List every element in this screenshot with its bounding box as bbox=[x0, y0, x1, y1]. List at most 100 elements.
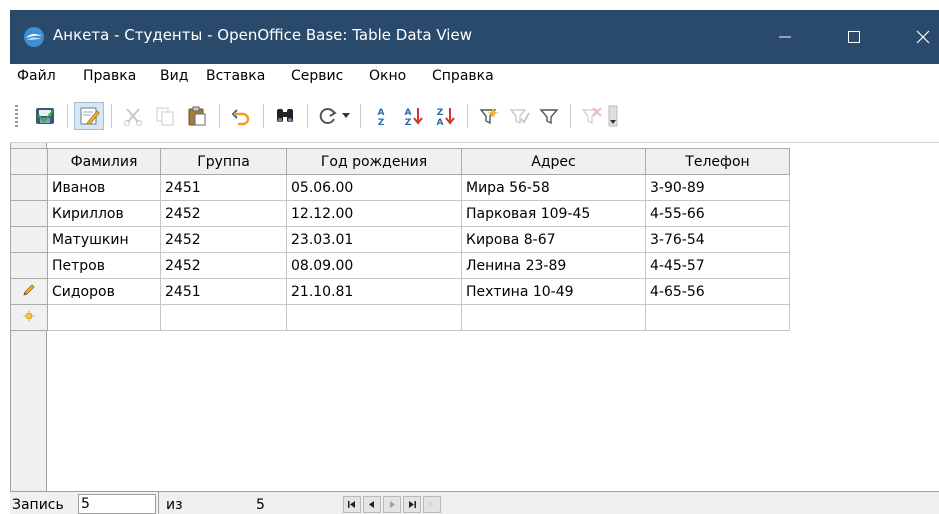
cell-new[interactable] bbox=[286, 304, 462, 331]
menu-help[interactable]: Справка bbox=[432, 68, 494, 84]
toolbar-grip[interactable] bbox=[15, 105, 18, 127]
row-selector[interactable] bbox=[10, 200, 48, 227]
cell-surname[interactable]: Сидоров bbox=[47, 278, 161, 305]
cell-group[interactable]: 2452 bbox=[160, 252, 287, 279]
row-selector[interactable] bbox=[10, 174, 48, 201]
cut-button[interactable] bbox=[118, 102, 148, 130]
toolbar-separator bbox=[219, 104, 220, 128]
cell-birth-year[interactable]: 23.03.01 bbox=[286, 226, 462, 253]
sort-descending-button[interactable]: Z A bbox=[430, 102, 460, 130]
cell-surname[interactable]: Иванов bbox=[47, 174, 161, 201]
table-row-current[interactable]: Сидоров 2451 21.10.81 Пехтина 10-49 4-65… bbox=[10, 278, 790, 305]
remove-filter-button[interactable] bbox=[576, 102, 606, 130]
cell-birth-year[interactable]: 05.06.00 bbox=[286, 174, 462, 201]
cell-surname[interactable]: Петров bbox=[47, 252, 161, 279]
table-row[interactable]: Матушкин 2452 23.03.01 Кирова 8-67 3-76-… bbox=[10, 226, 790, 253]
next-record-button[interactable] bbox=[383, 496, 401, 513]
students-table: Фамилия Группа Год рождения Адрес Телефо… bbox=[10, 148, 790, 331]
remove-filter-icon bbox=[581, 107, 602, 125]
maximize-icon bbox=[848, 31, 860, 43]
window-title: Анкета - Студенты - OpenOffice Base: Tab… bbox=[53, 26, 472, 44]
first-record-button[interactable] bbox=[343, 496, 361, 513]
cell-new[interactable] bbox=[47, 304, 161, 331]
save-record-button[interactable] bbox=[30, 102, 60, 130]
copy-button[interactable] bbox=[150, 102, 180, 130]
autofilter-button[interactable] bbox=[474, 102, 504, 130]
menu-insert[interactable]: Вставка bbox=[206, 68, 265, 84]
column-header-address[interactable]: Адрес bbox=[461, 148, 646, 175]
cell-address[interactable]: Ленина 23-89 bbox=[461, 252, 646, 279]
table-row[interactable]: Кириллов 2452 12.12.00 Парковая 109-45 4… bbox=[10, 200, 790, 227]
cell-address[interactable]: Пехтина 10-49 bbox=[461, 278, 646, 305]
toolbar-separator bbox=[307, 104, 308, 128]
row-selector-current[interactable] bbox=[10, 278, 48, 305]
row-selector[interactable] bbox=[10, 226, 48, 253]
menu-file[interactable]: Файл bbox=[17, 68, 56, 84]
sort-ascending-button[interactable]: A Z bbox=[398, 102, 428, 130]
table-row[interactable]: Иванов 2451 05.06.00 Мира 56-58 3-90-89 bbox=[10, 174, 790, 201]
column-header-surname[interactable]: Фамилия bbox=[47, 148, 161, 175]
corner-cell[interactable] bbox=[10, 148, 48, 175]
toolbar-separator bbox=[467, 104, 468, 128]
cell-group[interactable]: 2452 bbox=[160, 200, 287, 227]
paste-button[interactable] bbox=[182, 102, 212, 130]
cell-group[interactable]: 2451 bbox=[160, 278, 287, 305]
cell-group[interactable]: 2451 bbox=[160, 174, 287, 201]
svg-text:Z: Z bbox=[405, 118, 412, 127]
menu-tools[interactable]: Сервис bbox=[291, 68, 343, 84]
cell-phone[interactable]: 3-76-54 bbox=[645, 226, 790, 253]
find-record-button[interactable] bbox=[270, 102, 300, 130]
row-selector[interactable] bbox=[10, 252, 48, 279]
cell-birth-year[interactable]: 21.10.81 bbox=[286, 278, 462, 305]
edit-data-button[interactable] bbox=[74, 102, 104, 130]
row-selector-new[interactable] bbox=[10, 304, 48, 331]
column-header-phone[interactable]: Телефон bbox=[645, 148, 790, 175]
maximize-button[interactable] bbox=[839, 22, 869, 52]
menu-edit[interactable]: Правка bbox=[83, 68, 136, 84]
cell-phone[interactable]: 4-45-57 bbox=[645, 252, 790, 279]
cut-icon bbox=[124, 108, 142, 126]
cell-birth-year[interactable]: 12.12.00 bbox=[286, 200, 462, 227]
menu-view[interactable]: Вид bbox=[160, 68, 188, 84]
apply-filter-button[interactable] bbox=[504, 102, 534, 130]
close-icon bbox=[916, 30, 930, 44]
minimize-button[interactable] bbox=[770, 22, 800, 52]
sort-ascending-icon: A Z bbox=[405, 108, 423, 127]
data-grid: Фамилия Группа Год рождения Адрес Телефо… bbox=[10, 143, 939, 491]
cell-address[interactable]: Кирова 8-67 bbox=[461, 226, 646, 253]
svg-text:A: A bbox=[437, 118, 444, 127]
menu-window[interactable]: Окно bbox=[369, 68, 406, 84]
refresh-dropdown-button[interactable] bbox=[339, 102, 353, 130]
cell-new[interactable] bbox=[160, 304, 287, 331]
close-button[interactable] bbox=[908, 22, 938, 52]
cell-address[interactable]: Мира 56-58 bbox=[461, 174, 646, 201]
record-total: 5 bbox=[256, 497, 265, 513]
cell-new[interactable] bbox=[461, 304, 646, 331]
toolbar-overflow-button[interactable] bbox=[606, 102, 620, 130]
cell-phone[interactable]: 4-65-56 bbox=[645, 278, 790, 305]
column-header-group[interactable]: Группа bbox=[160, 148, 287, 175]
record-number-input[interactable]: 5 bbox=[78, 494, 156, 514]
previous-record-button[interactable] bbox=[363, 496, 381, 513]
column-header-birth-year[interactable]: Год рождения bbox=[286, 148, 462, 175]
table-row-new[interactable] bbox=[10, 304, 790, 331]
pencil-edit-icon bbox=[23, 283, 35, 296]
cell-address[interactable]: Парковая 109-45 bbox=[461, 200, 646, 227]
table-row[interactable]: Петров 2452 08.09.00 Ленина 23-89 4-45-5… bbox=[10, 252, 790, 279]
of-label: из bbox=[166, 497, 183, 513]
cell-new[interactable] bbox=[645, 304, 790, 331]
last-record-button[interactable] bbox=[403, 496, 421, 513]
standard-filter-button[interactable] bbox=[534, 102, 564, 130]
cell-phone[interactable]: 3-90-89 bbox=[645, 174, 790, 201]
sort-button[interactable]: A Z bbox=[366, 102, 396, 130]
cell-surname[interactable]: Матушкин bbox=[47, 226, 161, 253]
cell-surname[interactable]: Кириллов bbox=[47, 200, 161, 227]
cell-group[interactable]: 2452 bbox=[160, 226, 287, 253]
chevron-down-icon bbox=[342, 113, 350, 118]
undo-button[interactable] bbox=[226, 102, 256, 130]
record-label: Запись bbox=[12, 497, 64, 513]
toolbar-separator bbox=[263, 104, 264, 128]
cell-birth-year[interactable]: 08.09.00 bbox=[286, 252, 462, 279]
cell-phone[interactable]: 4-55-66 bbox=[645, 200, 790, 227]
new-record-button[interactable] bbox=[423, 496, 441, 513]
